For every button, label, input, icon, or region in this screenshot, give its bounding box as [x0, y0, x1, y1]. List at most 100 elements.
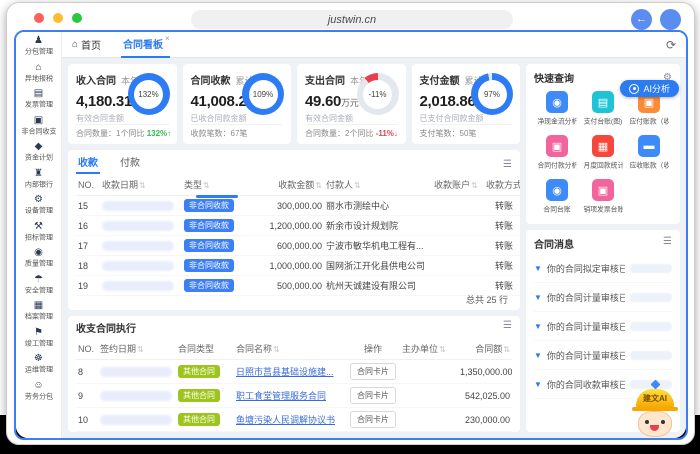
cell-date — [98, 360, 176, 384]
cell-type: 非合同收款 — [182, 276, 248, 296]
column-header[interactable]: 收款账户⇅ — [432, 174, 484, 196]
quick-query-item[interactable]: ◉合同台账 — [534, 179, 580, 215]
app-frame: ♟分包管理⌂异地报税▤发票管理▣非合同收支◆资金计划♜内部银行⚙设备管理⚒招标管… — [14, 30, 688, 440]
close-tab-icon[interactable]: × — [165, 34, 170, 43]
sidebar-item-funds-plan[interactable]: ◆资金计划 — [16, 139, 61, 166]
contract-name-link[interactable]: 职工食堂管理服务合同 — [236, 391, 326, 401]
sidebar-item-non-contract[interactable]: ▣非合同收支 — [16, 113, 61, 140]
cell-date — [100, 276, 182, 296]
sidebar-item-invoice[interactable]: ▤发票管理 — [16, 86, 61, 113]
minimize-window-button[interactable] — [53, 13, 63, 23]
sidebar-item-operations[interactable]: ☸运维管理 — [16, 351, 61, 378]
cell-type: 其他合同 — [176, 360, 234, 384]
funnel-icon: ▼ — [534, 293, 542, 302]
quick-query-item[interactable]: ◉净现金流分析(... — [534, 91, 580, 127]
card-footer: 合同数量：1个同比 132%↑ — [76, 128, 169, 139]
back-button[interactable]: ← — [631, 9, 652, 30]
card-footer-left: 合同数量：1个 — [76, 128, 128, 139]
cell-name: 日照市莒县基础设施建... — [234, 360, 346, 384]
card-title: 支付金额 — [420, 76, 460, 87]
message-item[interactable]: ▼你的合同计量审核已... — [534, 341, 672, 370]
close-window-button[interactable] — [34, 13, 44, 23]
funnel-icon: ▼ — [534, 351, 542, 360]
tab-receipts[interactable]: 收款 — [76, 154, 100, 174]
ai-assistant-mascot[interactable]: 建文AI — [627, 381, 683, 437]
quick-query-item[interactable]: ▣销项发票台账(... — [580, 179, 626, 215]
contract-card-button[interactable]: 合同卡片 — [350, 387, 396, 404]
quick-query-item[interactable]: ▬应收账款（收... — [626, 135, 672, 171]
column-header[interactable]: 合同名称⇅ — [234, 338, 346, 360]
cell-method: 转账 — [484, 256, 520, 276]
column-header[interactable]: 收款日期⇅ — [100, 174, 182, 196]
card-divider — [305, 124, 398, 125]
cell-type: 非合同收款 — [182, 256, 248, 276]
quick-query-item[interactable]: ▤支付台账(图) — [580, 91, 626, 127]
cell-type: 非合同收款 — [182, 196, 248, 216]
funds-plan-icon: ◆ — [35, 141, 43, 152]
sidebar-item-remote-tax[interactable]: ⌂异地报税 — [16, 60, 61, 87]
menu-icon[interactable]: ☰ — [503, 159, 512, 174]
funnel-icon: ▼ — [534, 322, 542, 331]
card-divider — [420, 124, 513, 125]
zoom-window-button[interactable] — [72, 13, 82, 23]
sidebar-item-label: 安全管理 — [24, 285, 52, 295]
menu-icon[interactable]: ☰ — [503, 320, 512, 335]
sidebar-item-completion[interactable]: ⚑竣工管理 — [16, 325, 61, 352]
table-scrollbar-thumb[interactable] — [196, 195, 238, 198]
contract-card-button[interactable]: 合同卡片 — [350, 363, 396, 380]
type-badge: 非合同收款 — [184, 219, 234, 232]
ai-analysis-button[interactable]: AI分析 — [620, 80, 679, 97]
calendar-icon: ▦ — [592, 135, 614, 157]
back-arrow-icon: ← — [636, 14, 647, 25]
contracts-table-header: NO.签约日期⇅合同类型合同名称⇅操作主办单位⇅合同额⇅ — [76, 338, 512, 360]
contract-name-link[interactable]: 鱼塘污染人民调解协议书 — [236, 415, 335, 425]
column-header[interactable]: 签约日期⇅ — [98, 338, 176, 360]
column-header[interactable]: 主办单位⇅ — [400, 338, 458, 360]
progress-ring: 97% — [471, 73, 513, 115]
tab-payments[interactable]: 付款 — [118, 154, 142, 174]
type-badge: 其他合同 — [178, 413, 220, 426]
cell-account — [432, 196, 484, 216]
sidebar-item-quality[interactable]: ◉质量管理 — [16, 245, 61, 272]
sidebar-item-equipment[interactable]: ⚙设备管理 — [16, 192, 61, 219]
card-footer-yoy: 同比 -11%↓ — [357, 128, 397, 139]
sidebar-item-internal-bank[interactable]: ♜内部银行 — [16, 166, 61, 193]
sidebar-item-label: 资金计划 — [24, 153, 52, 163]
refresh-icon[interactable]: ⟳ — [666, 38, 676, 52]
quick-query-item[interactable]: ▣合同付款分析(... — [534, 135, 580, 171]
sidebar-item-safety[interactable]: ☂安全管理 — [16, 272, 61, 299]
column-header[interactable]: 合同额⇅ — [458, 338, 512, 360]
profile-button[interactable] — [660, 9, 681, 30]
column-header[interactable]: 类型⇅ — [182, 174, 248, 196]
sidebar-item-labor[interactable]: ☺劳务分包 — [16, 378, 61, 405]
sidebar-item-bidding[interactable]: ⚒招标管理 — [16, 219, 61, 246]
cell-amount: 1,000,000.00 — [248, 256, 324, 276]
tab-contract-board[interactable]: 合同看板 × — [121, 32, 170, 58]
column-header[interactable]: 收款方式⇅ — [484, 174, 520, 196]
sidebar-item-archive[interactable]: ▦档案管理 — [16, 298, 61, 325]
sidebar-item-label: 内部银行 — [24, 179, 52, 189]
cell-unit — [400, 360, 458, 384]
message-item[interactable]: ▼你的合同拟定审核已... — [534, 254, 672, 283]
mascot-eye — [661, 420, 665, 424]
receipts-tabs: 收款 付款 ☰ — [76, 150, 512, 174]
quick-query-item[interactable]: ▦月度回款统计(... — [580, 135, 626, 171]
column-header[interactable]: 收款金额⇅ — [248, 174, 324, 196]
address-bar[interactable]: justwin.cn — [191, 10, 513, 29]
column-header[interactable]: 付款人⇅ — [324, 174, 432, 196]
card-footer-yoy-value: 132%↑ — [147, 129, 171, 138]
safety-icon: ☂ — [34, 274, 43, 285]
menu-icon[interactable]: ☰ — [663, 236, 672, 251]
cell-unit — [400, 408, 458, 432]
contract-card-button[interactable]: 合同卡片 — [350, 411, 396, 428]
message-item[interactable]: ▼你的合同计量审核已... — [534, 312, 672, 341]
table-row: 17非合同收款600,000.00宁波市敏华机电工程有...转账 — [76, 236, 520, 256]
sidebar-item-label: 劳务分包 — [24, 391, 52, 401]
contract-name-link[interactable]: 日照市莒县基础设施建... — [236, 367, 334, 377]
sidebar-item-subcontract[interactable]: ♟分包管理 — [16, 33, 61, 60]
message-item[interactable]: ▼你的合同计量审核已... — [534, 283, 672, 312]
tab-home[interactable]: ⌂ 首页 — [72, 37, 101, 52]
table-row: 16非合同收款1,200,000.00新余市设计规划院转账 — [76, 216, 520, 236]
column-header: NO. — [76, 174, 100, 196]
cell-type: 其他合同 — [176, 408, 234, 432]
